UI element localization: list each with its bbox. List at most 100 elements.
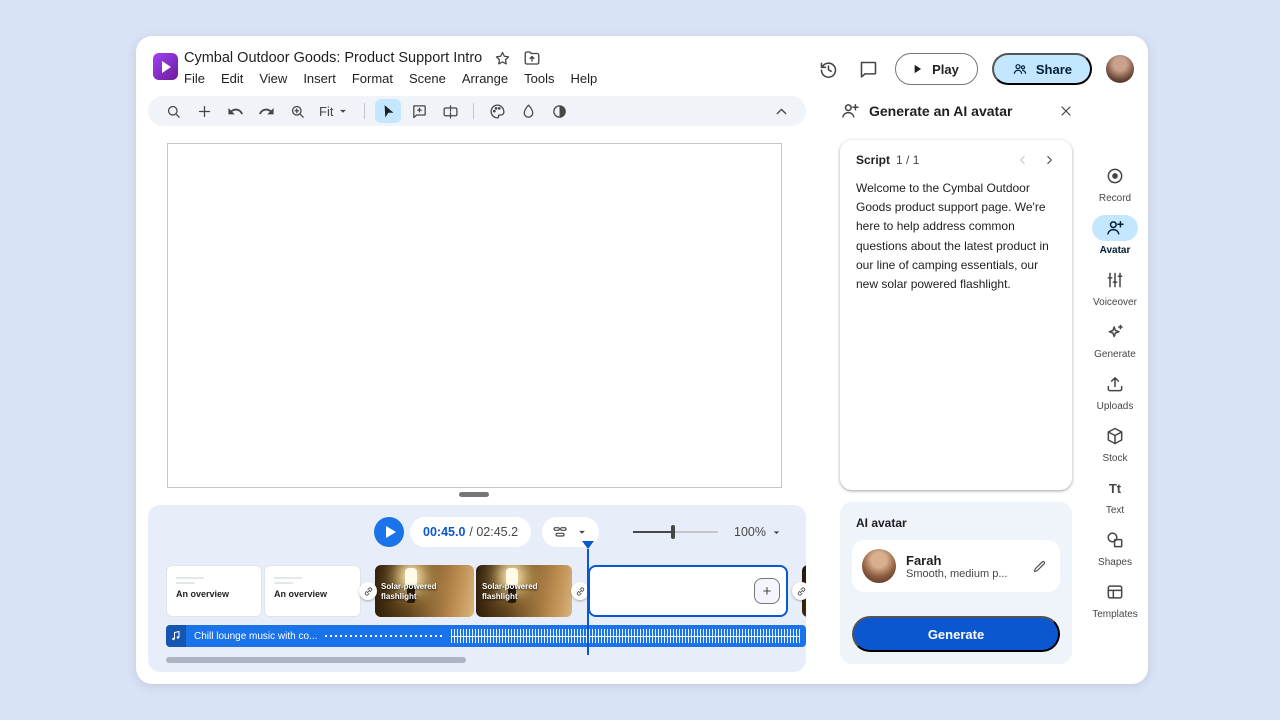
sidebar-item-label: Avatar — [1100, 245, 1131, 256]
clip-overview-2[interactable]: An overview — [264, 565, 361, 617]
menu-tools[interactable]: Tools — [524, 71, 554, 86]
audio-track-label: Chill lounge music with co... — [186, 631, 325, 642]
audio-waveform — [451, 629, 800, 643]
templates-icon — [1092, 579, 1138, 605]
link-clips-icon[interactable] — [792, 582, 806, 600]
clip-label: Solar-powered flashlight — [482, 582, 540, 602]
redo-icon[interactable] — [253, 99, 279, 123]
person-add-icon — [840, 101, 860, 121]
trim-tool-icon[interactable] — [437, 99, 463, 123]
clip-overview-1[interactable]: An overview — [166, 565, 262, 617]
tracks-icon — [552, 524, 568, 540]
playhead[interactable] — [587, 549, 589, 655]
clip-flashlight-1[interactable]: Solar-powered flashlight — [375, 565, 474, 617]
chevron-right-icon[interactable] — [1042, 153, 1056, 167]
slider-fill — [633, 531, 673, 533]
sidebar-item-voiceover[interactable]: Voiceover — [1082, 265, 1148, 317]
audio-track[interactable]: Chill lounge music with co... — [166, 625, 806, 647]
sidebar-item-label: Text — [1106, 505, 1124, 516]
clip-empty-selected[interactable]: + — [588, 565, 788, 617]
search-icon[interactable] — [160, 99, 186, 123]
scene-canvas[interactable] — [167, 143, 782, 488]
link-clips-icon[interactable] — [359, 582, 377, 600]
text-icon: Tt — [1092, 475, 1138, 501]
timeline-zoom-select[interactable]: 100% — [734, 525, 783, 539]
sidebar-item-label: Stock — [1102, 453, 1127, 464]
menu-file[interactable]: File — [184, 71, 205, 86]
avatar-card[interactable]: Farah Smooth, medium p... — [852, 540, 1060, 592]
title-row: Cymbal Outdoor Goods: Product Support In… — [184, 49, 541, 67]
thumb-line — [274, 582, 293, 584]
close-panel-icon[interactable] — [1054, 99, 1078, 123]
menu-arrange[interactable]: Arrange — [462, 71, 508, 86]
generate-button[interactable]: Generate — [852, 616, 1060, 652]
menu-edit[interactable]: Edit — [221, 71, 243, 86]
script-card: Script 1 / 1 Welcome to the Cymbal Outdo… — [840, 140, 1072, 490]
chevron-down-icon — [770, 526, 783, 539]
sidebar-item-record[interactable]: Record — [1082, 161, 1148, 213]
play-glyph — [162, 61, 171, 73]
menu-format[interactable]: Format — [352, 71, 393, 86]
move-to-folder-icon[interactable] — [523, 49, 541, 67]
sidebar-item-templates[interactable]: Templates — [1082, 577, 1148, 629]
thumb-line — [274, 577, 302, 579]
total-time: / 02:45.2 — [469, 525, 518, 539]
sidebar-item-text[interactable]: Tt Text — [1082, 473, 1148, 525]
chevron-left-icon[interactable] — [1016, 153, 1030, 167]
version-history-icon[interactable] — [815, 56, 841, 82]
sidebar-item-label: Templates — [1092, 609, 1138, 620]
stock-box-icon — [1092, 423, 1138, 449]
palette-icon[interactable] — [484, 99, 510, 123]
edit-avatar-icon[interactable] — [1028, 555, 1050, 577]
timeline-play-button[interactable] — [374, 517, 404, 547]
collapse-toolbar-icon[interactable] — [768, 99, 794, 123]
sidebar-item-stock[interactable]: Stock — [1082, 421, 1148, 473]
contrast-icon[interactable] — [546, 99, 572, 123]
document-title[interactable]: Cymbal Outdoor Goods: Product Support In… — [184, 50, 482, 66]
sidebar-item-generate[interactable]: Generate — [1082, 317, 1148, 369]
add-content-button[interactable]: + — [754, 578, 780, 604]
chevron-down-icon — [336, 104, 350, 118]
timeline-tracks: An overview An overview Solar-powered fl… — [148, 563, 806, 672]
select-tool-icon[interactable] — [375, 99, 401, 123]
toolbar-divider — [364, 103, 365, 119]
timeline-horizontal-scrollbar[interactable] — [166, 657, 466, 663]
comments-icon[interactable] — [855, 56, 881, 82]
share-button[interactable]: Share — [992, 53, 1092, 85]
zoom-value: 100% — [734, 525, 766, 539]
timeline-panel: 00:45.0 / 02:45.2 100% An overview — [148, 505, 806, 672]
timeline-zoom-slider[interactable] — [633, 531, 718, 533]
menu-insert[interactable]: Insert — [303, 71, 336, 86]
slider-handle[interactable] — [671, 525, 675, 539]
desktop-background: Cymbal Outdoor Goods: Product Support In… — [0, 0, 1280, 720]
text-icon-glyph: Tt — [1109, 482, 1121, 495]
user-avatar[interactable] — [1106, 55, 1134, 83]
script-text[interactable]: Welcome to the Cymbal Outdoor Goods prod… — [856, 179, 1056, 294]
sidebar-item-shapes[interactable]: Shapes — [1082, 525, 1148, 577]
undo-icon[interactable] — [222, 99, 248, 123]
script-pager — [1016, 153, 1056, 167]
menubar: File Edit View Insert Format Scene Arran… — [184, 71, 597, 86]
star-icon[interactable] — [494, 50, 511, 67]
panel-title: Generate an AI avatar — [869, 103, 1045, 119]
clip-label: An overview — [176, 589, 229, 599]
people-icon — [1012, 61, 1028, 77]
avatar-name: Farah — [906, 553, 1018, 568]
effects-droplet-icon[interactable] — [515, 99, 541, 123]
clip-flashlight-2[interactable]: Solar-powered flashlight — [476, 565, 572, 617]
voiceover-sliders-icon — [1092, 267, 1138, 293]
play-button-label: Play — [932, 62, 959, 77]
menu-scene[interactable]: Scene — [409, 71, 446, 86]
add-comment-icon[interactable] — [406, 99, 432, 123]
fit-zoom-select[interactable]: Fit — [315, 104, 354, 119]
zoom-icon[interactable] — [284, 99, 310, 123]
menu-help[interactable]: Help — [570, 71, 597, 86]
canvas-resize-handle[interactable] — [459, 492, 489, 497]
clip-label: Solar-powered flashlight — [381, 582, 439, 602]
avatar-thumbnail — [862, 549, 896, 583]
menu-view[interactable]: View — [259, 71, 287, 86]
play-button[interactable]: Play — [895, 53, 978, 85]
add-scene-icon[interactable] — [191, 99, 217, 123]
sidebar-item-uploads[interactable]: Uploads — [1082, 369, 1148, 421]
sidebar-item-avatar[interactable]: Avatar — [1082, 213, 1148, 265]
